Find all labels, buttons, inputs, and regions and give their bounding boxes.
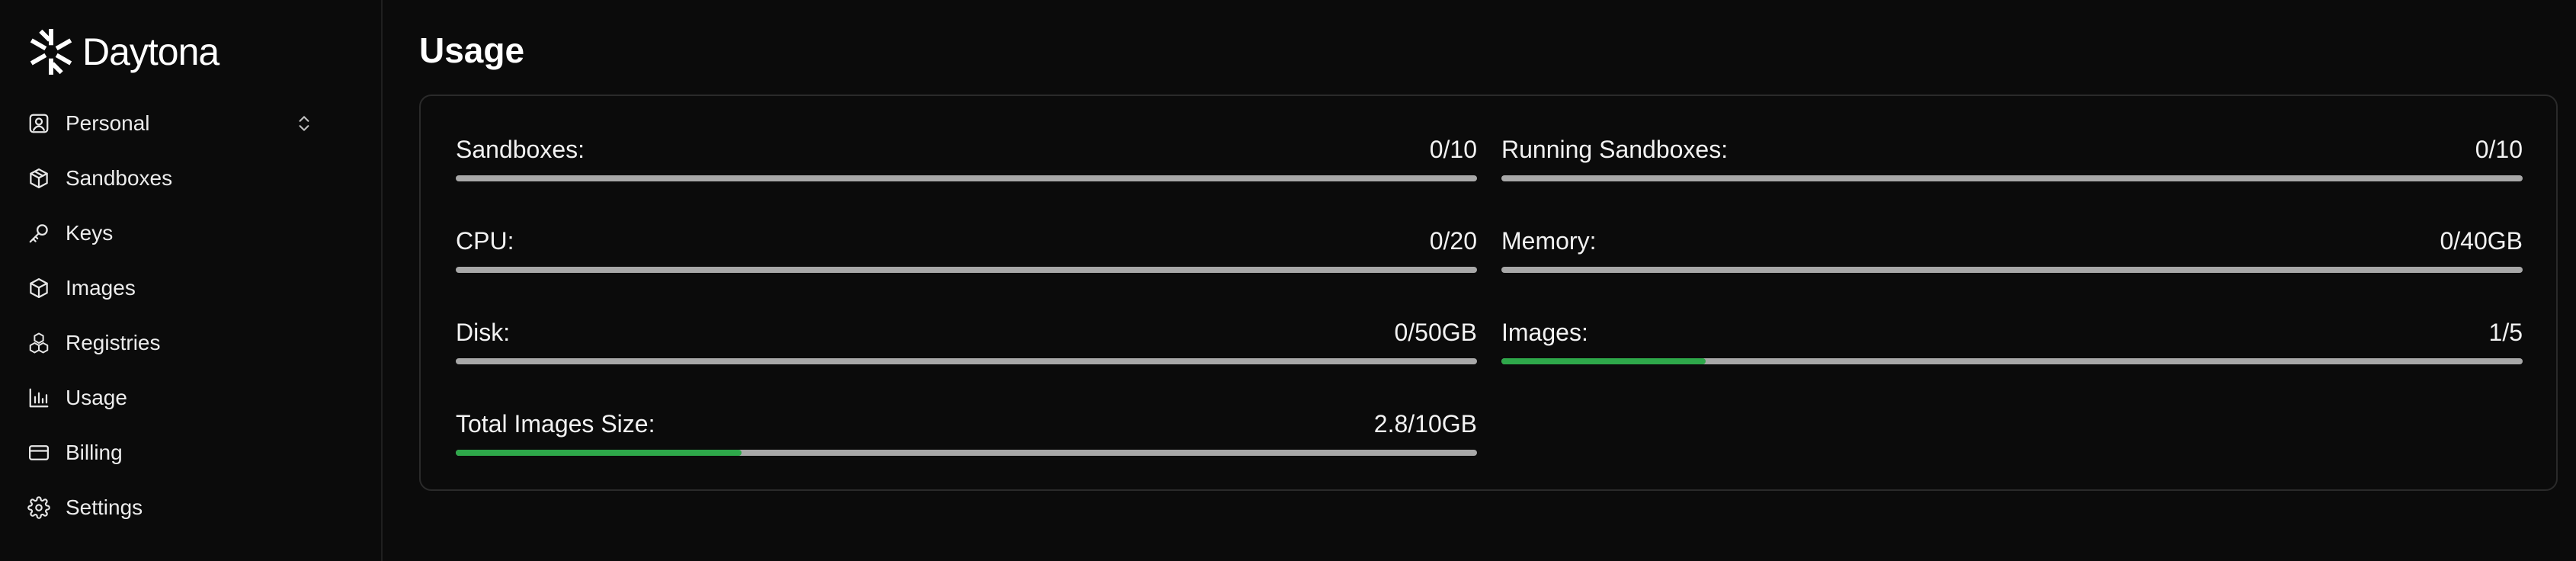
chevrons-up-down-icon[interactable] xyxy=(294,112,314,135)
usage-bar xyxy=(1501,358,2523,364)
usage-bar xyxy=(456,267,1477,273)
bar-chart-icon xyxy=(27,386,50,409)
key-icon xyxy=(27,222,50,245)
metric-value: 0/20 xyxy=(1429,227,1477,255)
metric-label: Total Images Size: xyxy=(456,410,655,438)
sidebar-item-label: Billing xyxy=(66,441,123,464)
sidebar-item-usage[interactable]: Usage xyxy=(27,370,354,425)
metric-running-sandboxes: Running Sandboxes: 0/10 xyxy=(1501,134,2523,226)
metric-value: 0/10 xyxy=(2475,136,2523,163)
metric-label: Images: xyxy=(1501,319,1588,346)
metric-images: Images: 1/5 xyxy=(1501,317,2523,409)
sidebar-item-label: Registries xyxy=(66,331,161,354)
sidebar-item-personal[interactable]: Personal xyxy=(27,96,354,151)
sidebar-item-billing[interactable]: Billing xyxy=(27,425,354,480)
usage-bar xyxy=(456,175,1477,181)
metric-cpu: CPU: 0/20 xyxy=(456,226,1477,317)
page-title: Usage xyxy=(419,30,525,70)
metric-value: 0/10 xyxy=(1429,136,1477,163)
metric-sandboxes: Sandboxes: 0/10 xyxy=(456,134,1477,226)
sidebar-item-label: Usage xyxy=(66,386,127,409)
metric-memory: Memory: 0/40GB xyxy=(1501,226,2523,317)
metric-label: Sandboxes: xyxy=(456,136,585,163)
usage-card: Sandboxes: 0/10 Running Sandboxes: 0/10 … xyxy=(419,95,2558,491)
metric-total-images-size: Total Images Size: 2.8/10GB xyxy=(456,409,1477,500)
brand-name: Daytona xyxy=(82,30,219,73)
credit-card-icon xyxy=(27,441,50,464)
usage-bar xyxy=(1501,175,2523,181)
sidebar: Daytona Personal Sandboxes Keys Images R… xyxy=(0,0,383,561)
sidebar-item-label: Sandboxes xyxy=(66,166,173,190)
boxes-icon xyxy=(27,332,50,354)
sidebar-item-label: Images xyxy=(66,276,136,300)
metric-value: 1/5 xyxy=(2488,319,2523,346)
metric-disk: Disk: 0/50GB xyxy=(456,317,1477,409)
gear-icon xyxy=(27,496,50,519)
metric-label: Running Sandboxes: xyxy=(1501,136,1729,163)
sidebar-item-label: Keys xyxy=(66,221,114,245)
metric-value: 0/50GB xyxy=(1394,319,1477,346)
metric-label: Memory: xyxy=(1501,227,1597,255)
metric-label: Disk: xyxy=(456,319,511,346)
sidebar-item-label: Personal xyxy=(66,111,150,135)
daytona-logo-icon xyxy=(27,28,75,75)
box-icon xyxy=(27,167,50,190)
sidebar-nav: Personal Sandboxes Keys Images Registrie… xyxy=(27,96,354,535)
usage-bar xyxy=(1501,267,2523,273)
metric-value: 0/40GB xyxy=(2440,227,2523,255)
user-square-icon xyxy=(27,112,50,135)
usage-bar xyxy=(456,450,1477,456)
metric-value: 2.8/10GB xyxy=(1373,410,1477,438)
sidebar-item-images[interactable]: Images xyxy=(27,261,354,316)
usage-bar-fill xyxy=(1501,358,1706,364)
usage-bar-fill xyxy=(456,450,742,456)
sidebar-item-label: Settings xyxy=(66,495,143,519)
package-icon xyxy=(27,277,50,300)
sidebar-item-registries[interactable]: Registries xyxy=(27,316,354,370)
usage-bar xyxy=(456,358,1477,364)
sidebar-item-keys[interactable]: Keys xyxy=(27,206,354,261)
brand[interactable]: Daytona xyxy=(27,26,354,78)
main-content: Usage Sandboxes: 0/10 Running Sandboxes:… xyxy=(383,0,2576,561)
metric-label: CPU: xyxy=(456,227,514,255)
sidebar-item-sandboxes[interactable]: Sandboxes xyxy=(27,151,354,206)
usage-grid: Sandboxes: 0/10 Running Sandboxes: 0/10 … xyxy=(456,134,2523,500)
sidebar-item-settings[interactable]: Settings xyxy=(27,480,354,535)
